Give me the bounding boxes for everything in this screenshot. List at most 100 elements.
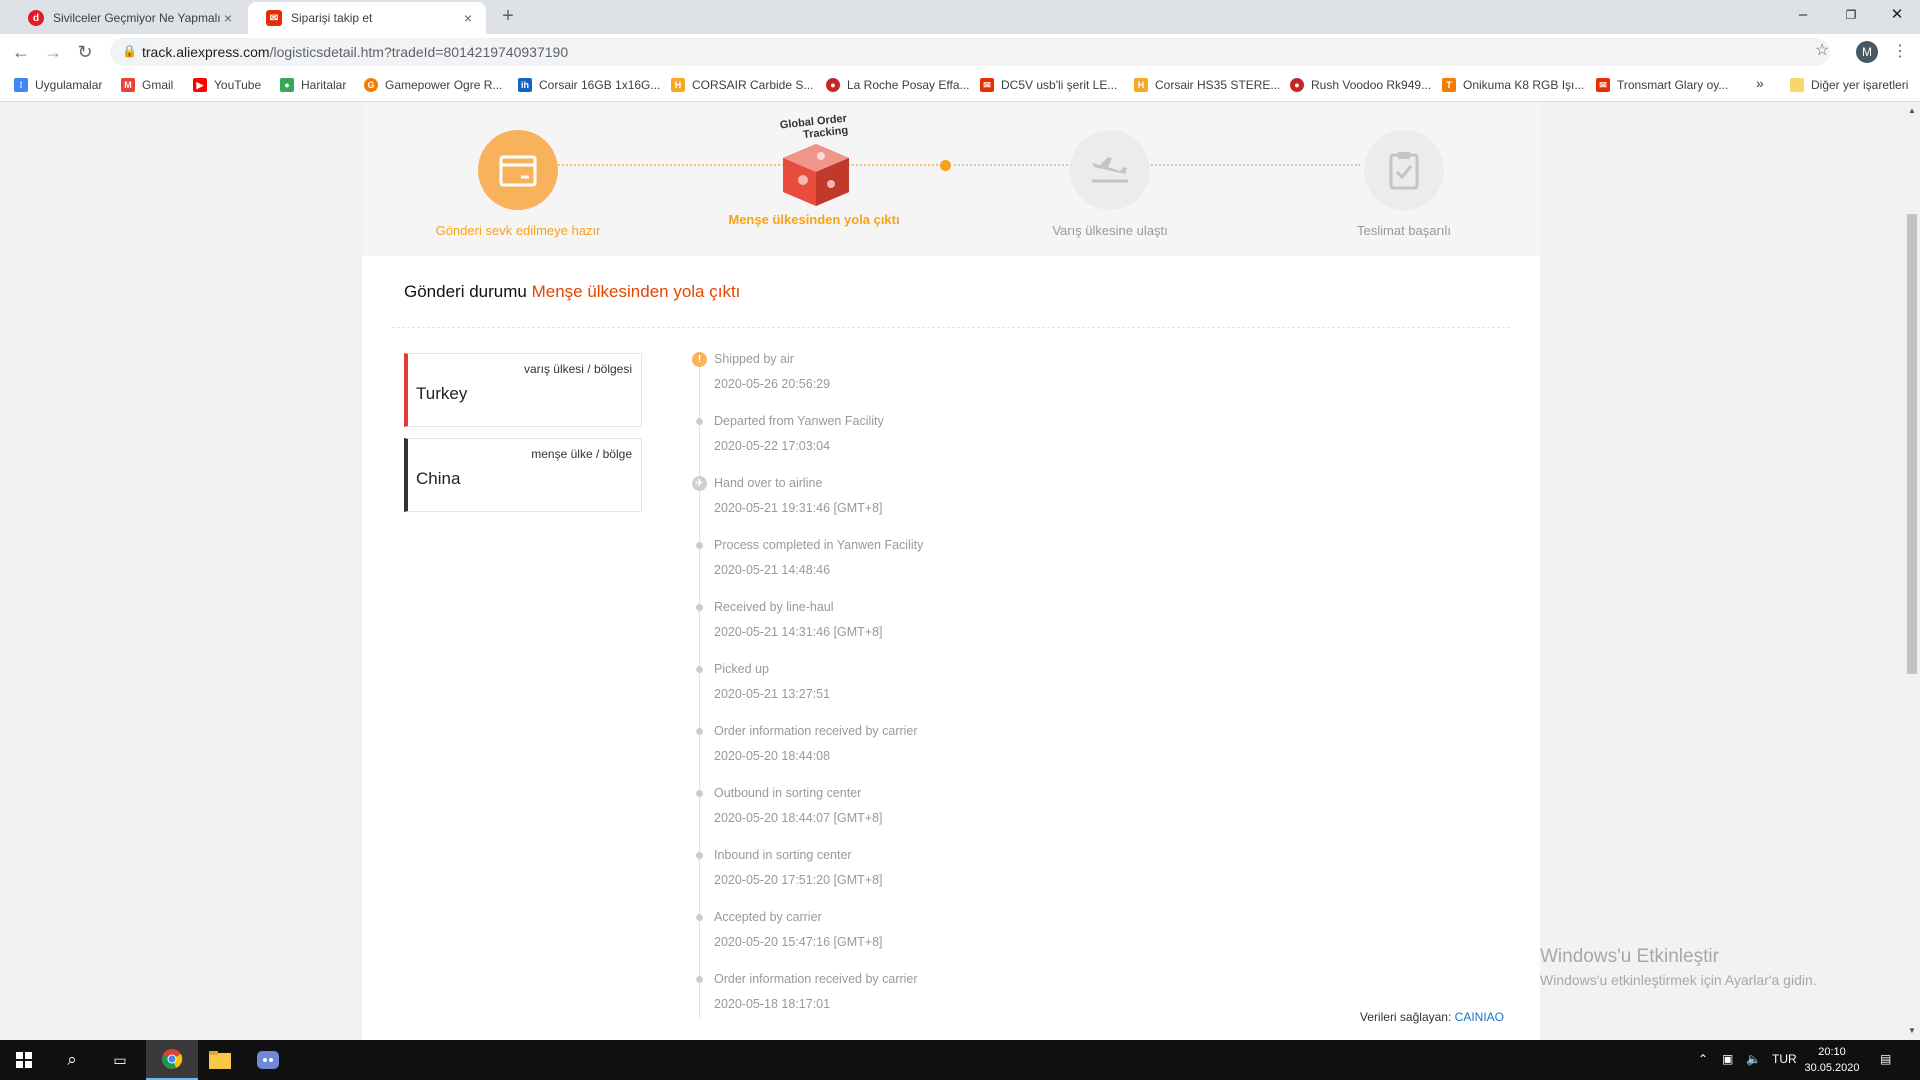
bookmark-uygulamalar[interactable]: ⁞ Uygulamalar	[14, 78, 102, 92]
event-description: Order information received by carrier	[714, 724, 918, 738]
scroll-up-icon[interactable]: ▲	[1904, 104, 1920, 118]
step-delivered: Teslimat başarılı	[1294, 130, 1514, 238]
minimize-button[interactable]: –	[1780, 0, 1826, 30]
bookmark-youtube[interactable]: ▶ YouTube	[193, 78, 261, 92]
aliexpress-icon: ✉	[1596, 78, 1610, 92]
notifications-icon[interactable]: ▤	[1880, 1052, 1891, 1066]
forward-arrow-icon[interactable]: →	[42, 41, 64, 63]
step-label: Teslimat başarılı	[1357, 223, 1451, 238]
ih-icon: ih	[518, 78, 532, 92]
event-time: 2020-05-21 14:48:46	[714, 563, 831, 577]
event-description: Picked up	[714, 662, 769, 676]
step-arrived-destination: Varış ülkesine ulaştı	[1000, 130, 1220, 238]
volume-icon[interactable]: 🔈	[1746, 1052, 1761, 1066]
timeline-dot	[696, 604, 703, 611]
t-icon: T	[1442, 78, 1456, 92]
event-time: 2020-05-21 13:27:51	[714, 687, 831, 701]
maximize-button[interactable]: ❐	[1828, 0, 1874, 30]
ladybug-icon: ●	[826, 78, 840, 92]
bookmark-corsair-hs35[interactable]: H Corsair HS35 STERE...	[1134, 78, 1280, 92]
aliexpress-icon: ✉	[266, 10, 282, 26]
timeline-dot	[696, 976, 703, 983]
bookmarks-bar: ⁞ Uygulamalar M Gmail ▶ YouTube ● Haritalar …	[0, 70, 1920, 102]
bookmark-la-roche[interactable]: ● La Roche Posay Effa...	[826, 78, 970, 92]
discord-icon[interactable]	[244, 1040, 292, 1080]
tab-title: Sivilceler Geçmiyor Ne Yapmalıyım	[53, 11, 220, 25]
plane-icon: ✈	[692, 476, 707, 491]
bookmark-gamepower[interactable]: G Gamepower Ogre R...	[364, 78, 502, 92]
bookmark-onikuma[interactable]: T Onikuma K8 RGB Işı...	[1442, 78, 1584, 92]
reload-icon[interactable]: ↻	[74, 41, 96, 63]
new-tab-button[interactable]: +	[498, 6, 518, 26]
tab-siparis-takip[interactable]: ✉ Siparişi takip et ×	[248, 2, 486, 34]
event-description: Shipped by air	[714, 352, 794, 366]
event-description: Accepted by carrier	[714, 910, 822, 924]
bookmark-gmail[interactable]: M Gmail	[121, 78, 173, 92]
origin-country-box: menşe ülke / bölge China	[404, 438, 642, 512]
profile-avatar[interactable]: M	[1856, 41, 1878, 63]
page-scrollbar[interactable]: ▲ ▼	[1904, 102, 1920, 1040]
bookmark-haritalar[interactable]: ● Haritalar	[280, 78, 346, 92]
ladybug-icon: ●	[1290, 78, 1304, 92]
event-time: 2020-05-22 17:03:04	[714, 439, 831, 453]
origin-country: China	[416, 469, 461, 488]
origin-label: menşe ülke / bölge	[531, 447, 632, 461]
windows-activation-watermark: Windows'u Etkinleştir Windows'u etkinleş…	[1540, 946, 1817, 988]
windows-start-icon[interactable]	[0, 1040, 48, 1080]
destination-label: varış ülkesi / bölgesi	[523, 362, 632, 376]
global-order-box-icon: Global Order Tracking	[769, 113, 859, 210]
network-icon[interactable]: ▣	[1722, 1052, 1733, 1066]
package-icon	[478, 130, 558, 210]
language-indicator[interactable]: TUR	[1772, 1052, 1797, 1066]
tracking-card: Gönderi sevk edilmeye hazır Global Order…	[362, 102, 1540, 1040]
show-hidden-icons-chevron[interactable]: ⌃	[1698, 1052, 1708, 1066]
destination-country: Turkey	[416, 384, 468, 403]
clock-date: 30.05.2020	[1804, 1062, 1860, 1074]
event-time: 2020-05-20 15:47:16 [GMT+8]	[714, 935, 883, 949]
event-time: 2020-05-20 18:44:08	[714, 749, 831, 763]
bookmark-corsair-ram[interactable]: ih Corsair 16GB 1x16G...	[518, 78, 660, 92]
tracking-progress: Gönderi sevk edilmeye hazır Global Order…	[362, 102, 1540, 256]
scroll-thumb[interactable]	[1907, 214, 1917, 674]
clock-time: 20:10	[1818, 1046, 1846, 1058]
timeline-dot	[696, 728, 703, 735]
event-time: 2020-05-21 19:31:46 [GMT+8]	[714, 501, 883, 515]
bookmark-star-icon[interactable]: ☆	[1815, 40, 1829, 60]
event-description: Inbound in sorting center	[714, 848, 852, 862]
url-text: track.aliexpress.com/logisticsdetail.htm…	[142, 44, 569, 60]
tab-sivilceler[interactable]: d Sivilceler Geçmiyor Ne Yapmalıyım ×	[10, 2, 246, 34]
more-bookmarks-chevron-icon[interactable]: »	[1756, 75, 1764, 91]
back-arrow-icon[interactable]: ←	[10, 41, 32, 63]
timeline-dot	[696, 790, 703, 797]
bookmark-corsair-carbide[interactable]: H CORSAIR Carbide S...	[671, 78, 813, 92]
tab-strip: d Sivilceler Geçmiyor Ne Yapmalıyım × ✉ …	[0, 0, 1920, 34]
scroll-down-icon[interactable]: ▼	[1904, 1024, 1920, 1038]
gamepower-icon: G	[364, 78, 378, 92]
tab-title: Siparişi takip et	[291, 11, 373, 25]
menu-dots-icon[interactable]: ⋮	[1892, 41, 1908, 61]
watermark-subtitle: Windows'u etkinleştirmek için Ayarlar'a …	[1540, 972, 1817, 988]
cainiao-link[interactable]: CAINIAO	[1455, 1010, 1504, 1024]
provider-label: Verileri sağlayan:	[1359, 1010, 1452, 1024]
tab-close-icon[interactable]: ×	[460, 10, 476, 26]
tab-close-icon[interactable]: ×	[220, 10, 236, 26]
event-description: Hand over to airline	[714, 476, 823, 490]
gmail-icon: M	[121, 78, 135, 92]
bookmark-rush-voodoo[interactable]: ● Rush Voodoo Rk949...	[1290, 78, 1431, 92]
file-explorer-icon[interactable]	[196, 1040, 244, 1080]
bookmark-tronsmart[interactable]: ✉ Tronsmart Glary oy...	[1596, 78, 1728, 92]
other-bookmarks-folder[interactable]: Diğer yer işaretleri	[1790, 78, 1908, 92]
search-icon[interactable]: ⌕	[48, 1040, 96, 1080]
hb-icon: H	[1134, 78, 1148, 92]
bookmark-dc5v[interactable]: ✉ DC5V usb'li şerit LE...	[980, 78, 1117, 92]
taskbar-clock[interactable]: 20:10 30.05.2020	[1800, 1044, 1864, 1076]
address-bar[interactable]: 🔒 track.aliexpress.com/logisticsdetail.h…	[110, 38, 1830, 66]
event-description: Outbound in sorting center	[714, 786, 862, 800]
chrome-icon[interactable]	[146, 1040, 198, 1080]
close-window-button[interactable]: ✕	[1874, 0, 1920, 30]
event-time: 2020-05-20 18:44:07 [GMT+8]	[714, 811, 883, 825]
event-description: Received by line-haul	[714, 600, 834, 614]
timeline-dot	[696, 418, 703, 425]
event-time: 2020-05-21 14:31:46 [GMT+8]	[714, 625, 883, 639]
task-view-icon[interactable]: ▭	[96, 1040, 144, 1080]
